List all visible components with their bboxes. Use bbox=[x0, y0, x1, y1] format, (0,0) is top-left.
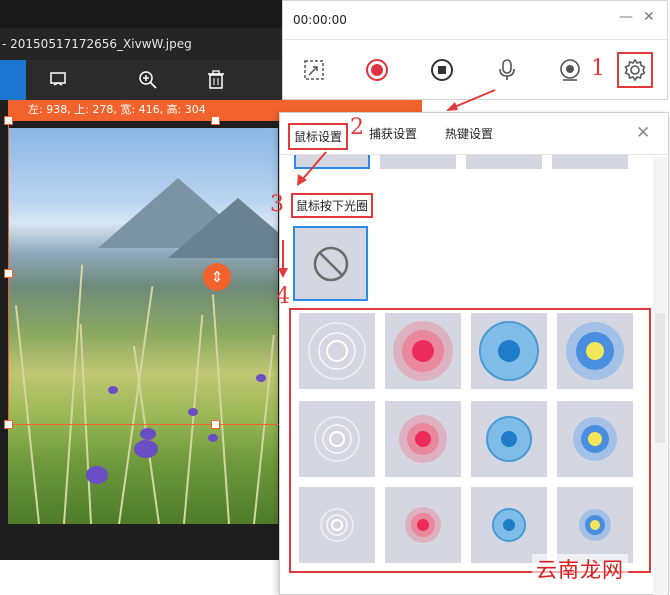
step-2-label: 2 bbox=[350, 115, 364, 140]
watermark: 云南龙网 bbox=[532, 554, 628, 584]
step-1-label: 1 bbox=[591, 56, 605, 81]
step-3-label: 3 bbox=[270, 192, 284, 217]
step-4-label: 4 bbox=[276, 284, 290, 309]
annotation-arrows bbox=[278, 89, 496, 278]
